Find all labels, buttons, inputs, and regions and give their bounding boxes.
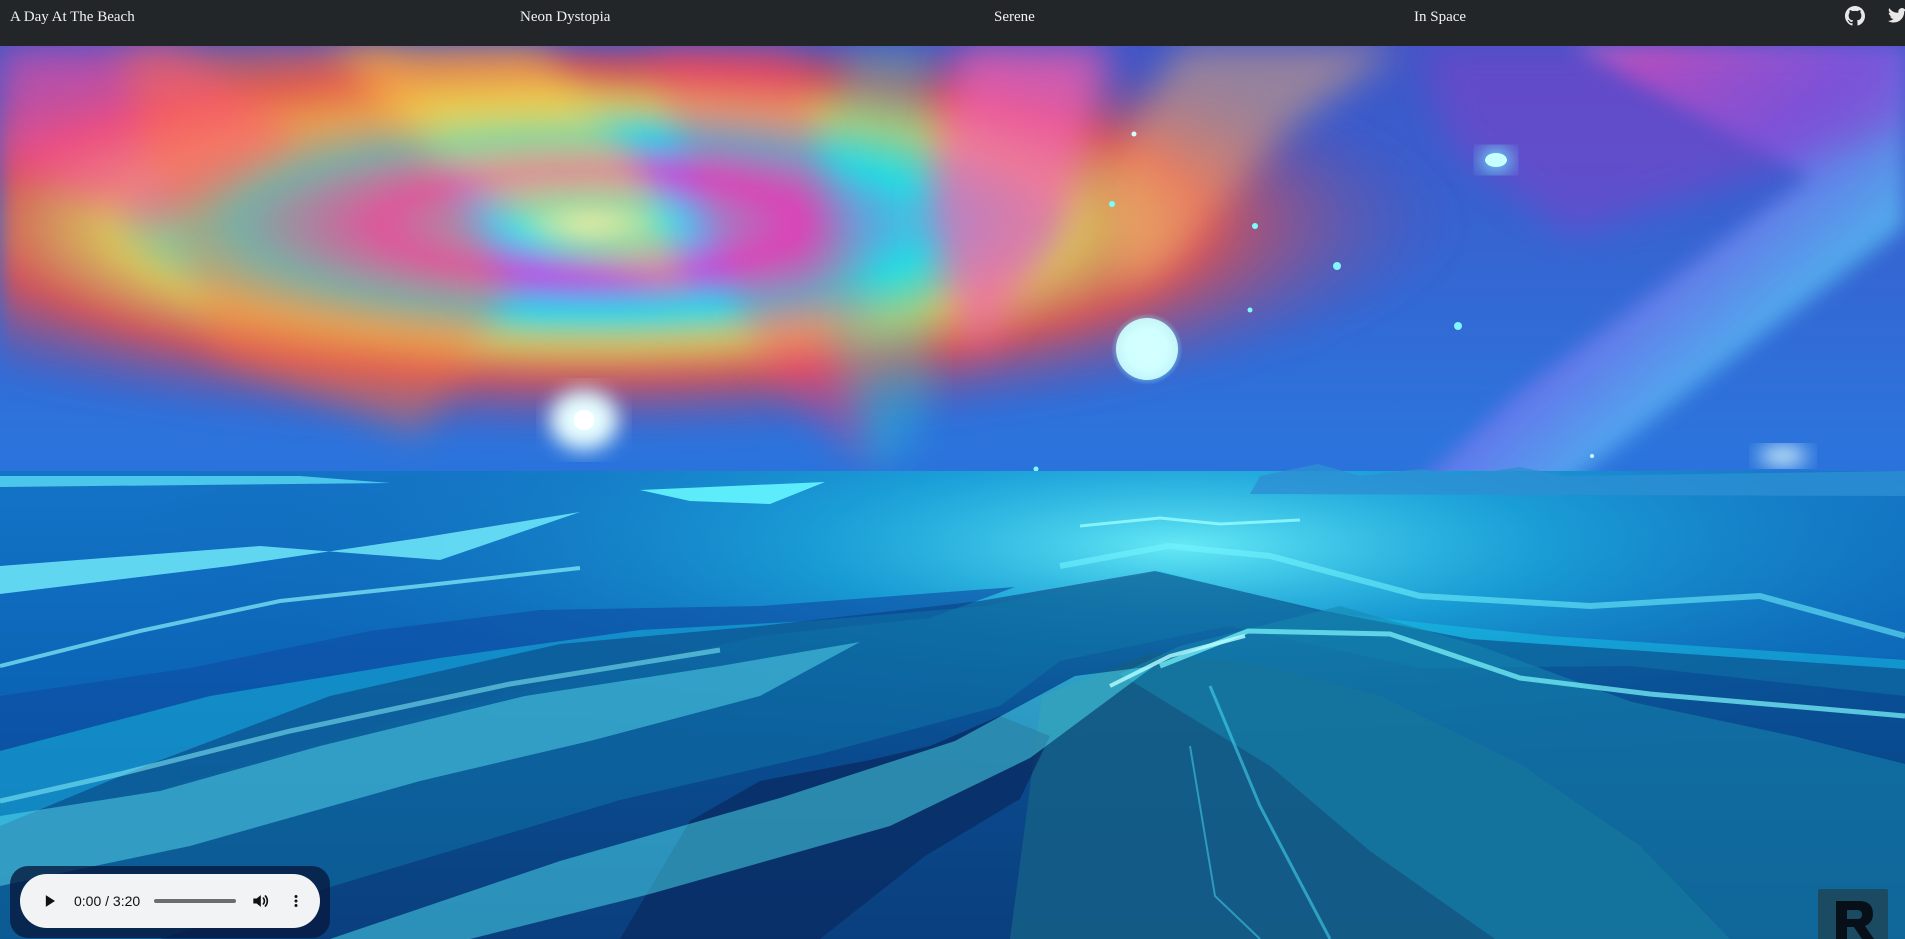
audio-progress-slider[interactable] xyxy=(154,899,236,903)
nav-link-neon-dystopia[interactable]: Neon Dystopia xyxy=(520,8,610,26)
twitter-icon[interactable] xyxy=(1888,6,1905,26)
top-navigation-bar: A Day At The Beach Neon Dystopia Serene … xyxy=(0,0,1905,46)
more-icon[interactable] xyxy=(284,889,308,913)
nav-link-a-day-at-the-beach[interactable]: A Day At The Beach xyxy=(10,8,135,26)
surreal-ocean-background-image xyxy=(0,46,1905,939)
audio-time: 0:00 / 3:20 xyxy=(74,893,141,909)
github-icon[interactable] xyxy=(1845,6,1865,26)
audio-player-container: 0:00 / 3:20 xyxy=(10,866,330,938)
nav-link-serene[interactable]: Serene xyxy=(994,8,1035,26)
nav-link-in-space[interactable]: In Space xyxy=(1414,8,1466,26)
play-icon[interactable] xyxy=(38,889,62,913)
audio-player[interactable]: 0:00 / 3:20 xyxy=(20,874,320,928)
page: A Day At The Beach Neon Dystopia Serene … xyxy=(0,0,1905,939)
volume-icon[interactable] xyxy=(248,889,272,913)
corner-logo-icon xyxy=(1818,889,1888,939)
